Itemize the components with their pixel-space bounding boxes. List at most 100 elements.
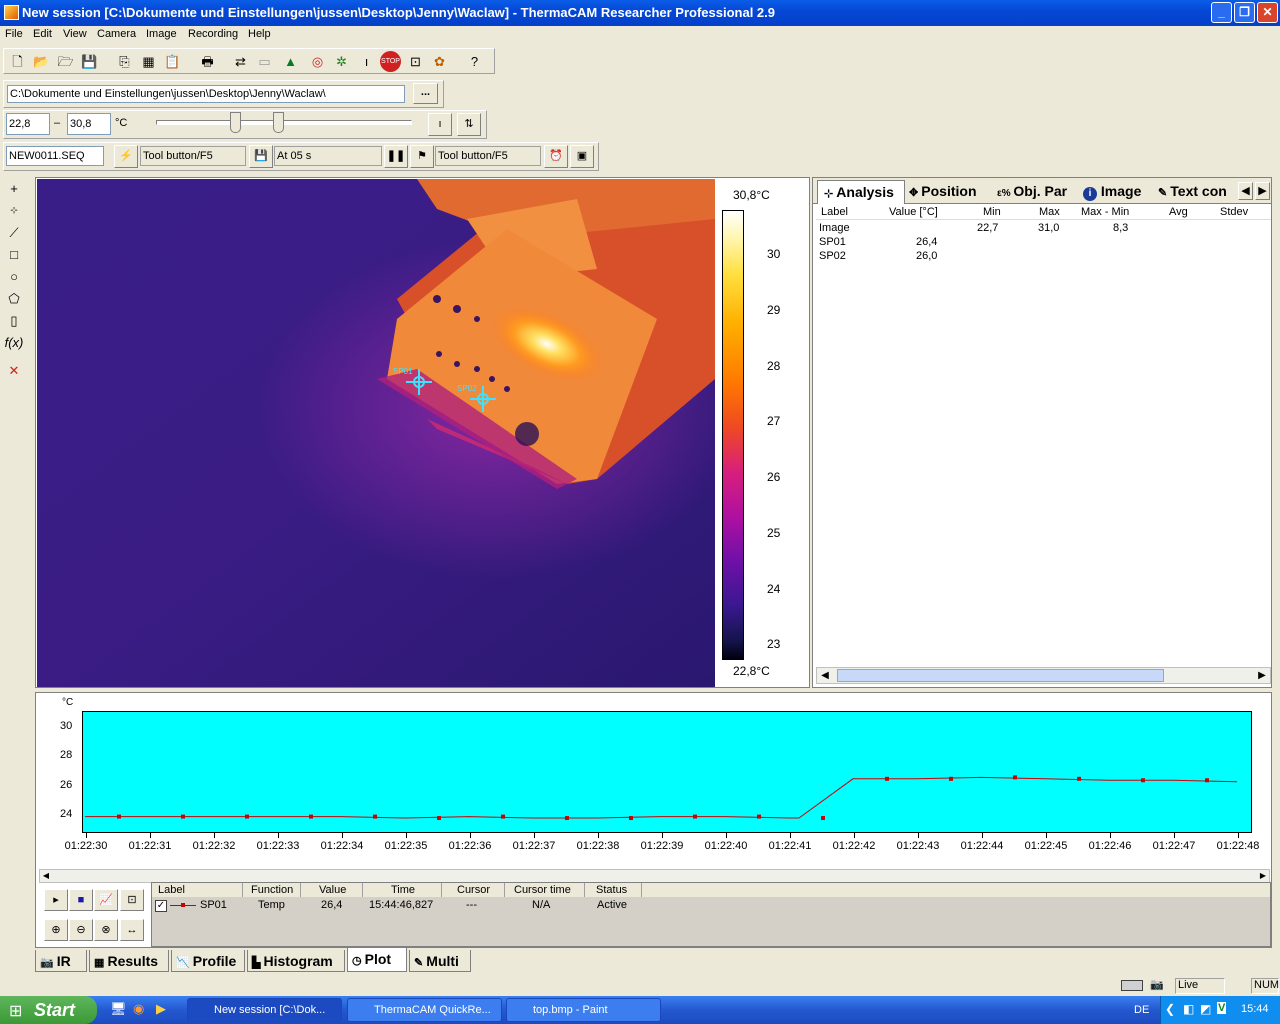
stop-icon[interactable]: STOP xyxy=(380,51,401,72)
range-slider-low-thumb[interactable] xyxy=(230,112,241,133)
timer-button[interactable]: ⏰ xyxy=(544,145,568,168)
menu-edit[interactable]: Edit xyxy=(33,28,52,40)
sequence-file-field[interactable]: NEW0011.SEQ xyxy=(6,146,104,166)
tab-histogram[interactable]: ▙ Histogram xyxy=(247,950,345,972)
data-point xyxy=(1077,776,1081,781)
range-slider-track[interactable] xyxy=(156,120,412,125)
browse-button[interactable]: ... xyxy=(413,83,438,104)
flag-button[interactable]: ⚑ xyxy=(410,145,434,168)
polygon-tool-icon[interactable]: ⬠ xyxy=(3,288,25,309)
spot-tool-icon[interactable]: ⊹ xyxy=(3,200,25,221)
record-settings-icon[interactable]: ⊡ xyxy=(405,51,426,72)
plot-expand-button[interactable]: ↔ xyxy=(120,919,144,941)
plot-x-tick: 01:22:43 xyxy=(896,840,940,852)
tab-scroll-right-button[interactable]: ▶ xyxy=(1255,182,1270,200)
range-max-field[interactable]: 30,8 xyxy=(67,113,111,135)
plot-series-checkbox[interactable]: ✓ xyxy=(155,900,167,912)
close-button[interactable]: ✕ xyxy=(1257,2,1278,23)
task-new-session[interactable]: New session [C:\Dok... xyxy=(187,998,342,1022)
menu-recording[interactable]: Recording xyxy=(188,28,238,40)
copy-icon[interactable]: ⎘ xyxy=(114,51,135,72)
paste-icon[interactable]: 📋 xyxy=(162,51,183,72)
plot-horizontal-scrollbar[interactable]: ◀ ▶ xyxy=(39,869,1270,883)
save-sequence-button[interactable]: 💾 xyxy=(249,145,273,168)
tool-button-1[interactable]: ⚡ xyxy=(114,145,138,168)
tray-app-icon-1[interactable]: ◧ xyxy=(1183,1002,1194,1016)
plot-properties-button[interactable]: ⊡ xyxy=(120,889,144,911)
analysis-scroll-thumb[interactable] xyxy=(837,669,1164,682)
open-image-icon[interactable]: 🗁 xyxy=(55,51,76,72)
copy-table-icon[interactable]: ▦ xyxy=(138,51,159,72)
auto-range-button[interactable]: ı xyxy=(428,113,452,136)
plot-chart-settings-button[interactable]: 📈 xyxy=(94,889,118,911)
plot-zoom-out-button[interactable]: ⊖ xyxy=(69,919,93,941)
save-icon[interactable]: 💾 xyxy=(79,51,100,72)
plot-stop-button[interactable]: ■ xyxy=(69,889,93,911)
maximize-button[interactable]: ❐ xyxy=(1234,2,1255,23)
print-icon[interactable]: 🖶 xyxy=(197,51,218,72)
tab-multi[interactable]: ✎ Multi xyxy=(409,950,471,972)
tab-obj-par[interactable]: ε% Obj. Par xyxy=(997,180,1077,204)
focus-icon[interactable]: ✲ xyxy=(331,51,352,72)
scale-tick: 25 xyxy=(767,526,781,540)
task-thermacam-quickreport[interactable]: ThermaCAM QuickRe... xyxy=(347,998,502,1022)
thermal-image[interactable]: SP01 SP02 xyxy=(37,179,715,687)
tab-position[interactable]: ✥ Position xyxy=(909,180,991,204)
menu-view[interactable]: View xyxy=(63,28,87,40)
analysis-horizontal-scrollbar[interactable]: ◀ ▶ xyxy=(816,667,1271,684)
help-icon[interactable]: ? xyxy=(464,51,485,72)
range-slider-high-thumb[interactable] xyxy=(273,112,284,133)
swap-range-button[interactable]: ⇅ xyxy=(457,113,481,136)
open-folder-icon[interactable]: 📂 xyxy=(31,51,52,72)
palette-icon[interactable]: ✿ xyxy=(429,51,450,72)
plot-play-button[interactable]: ▸ xyxy=(44,889,68,911)
cursor-tool-icon[interactable]: + xyxy=(3,178,25,199)
menu-image[interactable]: Image xyxy=(146,28,177,40)
line-tool-icon[interactable]: ⟋ xyxy=(3,222,25,243)
target-icon[interactable]: ◎ xyxy=(307,51,328,72)
delete-tool-icon[interactable]: ✕ xyxy=(3,360,25,381)
quicklaunch-media-icon[interactable]: ▶ xyxy=(156,1001,166,1017)
tab-text-comment[interactable]: ✎ Text con xyxy=(1158,180,1238,204)
tab-profile[interactable]: 📉 Profile xyxy=(171,950,245,972)
plot-zoom-fit-button[interactable]: ⊗ xyxy=(94,919,118,941)
tab-scroll-left-button[interactable]: ◀ xyxy=(1238,182,1253,200)
camera-icon[interactable]: ▭ xyxy=(254,51,275,72)
tray-antivirus-icon[interactable]: V xyxy=(1217,1002,1227,1014)
circle-tool-icon[interactable]: ○ xyxy=(3,266,25,287)
display-button[interactable]: ▣ xyxy=(570,145,594,168)
isotherm-tool-icon[interactable]: ▯ xyxy=(3,310,25,331)
tab-ir[interactable]: 📷 IR xyxy=(35,950,87,972)
quicklaunch-desktop-icon[interactable]: 🖥 xyxy=(110,1001,127,1017)
box-tool-icon[interactable]: □ xyxy=(3,244,25,265)
connect-icon[interactable]: ⇄ xyxy=(230,51,251,72)
plot-scroll-right-icon[interactable]: ▶ xyxy=(1257,870,1269,882)
menu-file[interactable]: File xyxy=(5,28,23,40)
tray-app-icon-2[interactable]: ◩ xyxy=(1200,1002,1211,1016)
plot-chart xyxy=(85,775,1238,821)
plot-area[interactable] xyxy=(82,711,1252,833)
landscape-icon[interactable]: ▲ xyxy=(280,51,301,72)
formula-tool-icon[interactable]: f(x) xyxy=(3,332,25,353)
range-min-field[interactable]: 22,8 xyxy=(6,113,50,135)
menu-help[interactable]: Help xyxy=(248,28,271,40)
path-field[interactable]: C:\Dokumente und Einstellungen\jussen\De… xyxy=(7,85,405,103)
auto-adjust-icon[interactable]: ı xyxy=(356,51,377,72)
plot-zoom-in-button[interactable]: ⊕ xyxy=(44,919,68,941)
scroll-left-icon[interactable]: ◀ xyxy=(817,668,833,683)
scroll-right-icon[interactable]: ▶ xyxy=(1254,668,1270,683)
object-parameters-icon: ε% xyxy=(997,188,1014,199)
menu-camera[interactable]: Camera xyxy=(97,28,136,40)
tab-plot[interactable]: ◷ Plot xyxy=(347,948,407,972)
tab-analysis[interactable]: ⊹ Analysis xyxy=(817,180,905,204)
pause-button[interactable]: ❚❚ xyxy=(384,145,408,168)
tab-results[interactable]: ▦ Results xyxy=(89,950,169,972)
quicklaunch-firefox-icon[interactable]: ◉ xyxy=(133,1001,144,1017)
tab-image[interactable]: i Image xyxy=(1083,180,1153,204)
new-icon[interactable]: 🗋 xyxy=(7,51,28,72)
language-indicator[interactable]: DE xyxy=(1134,1004,1149,1016)
tray-expand-icon[interactable]: ❮ xyxy=(1165,1002,1175,1016)
plot-scroll-left-icon[interactable]: ◀ xyxy=(40,870,52,882)
task-paint[interactable]: top.bmp - Paint xyxy=(506,998,661,1022)
minimize-button[interactable]: _ xyxy=(1211,2,1232,23)
